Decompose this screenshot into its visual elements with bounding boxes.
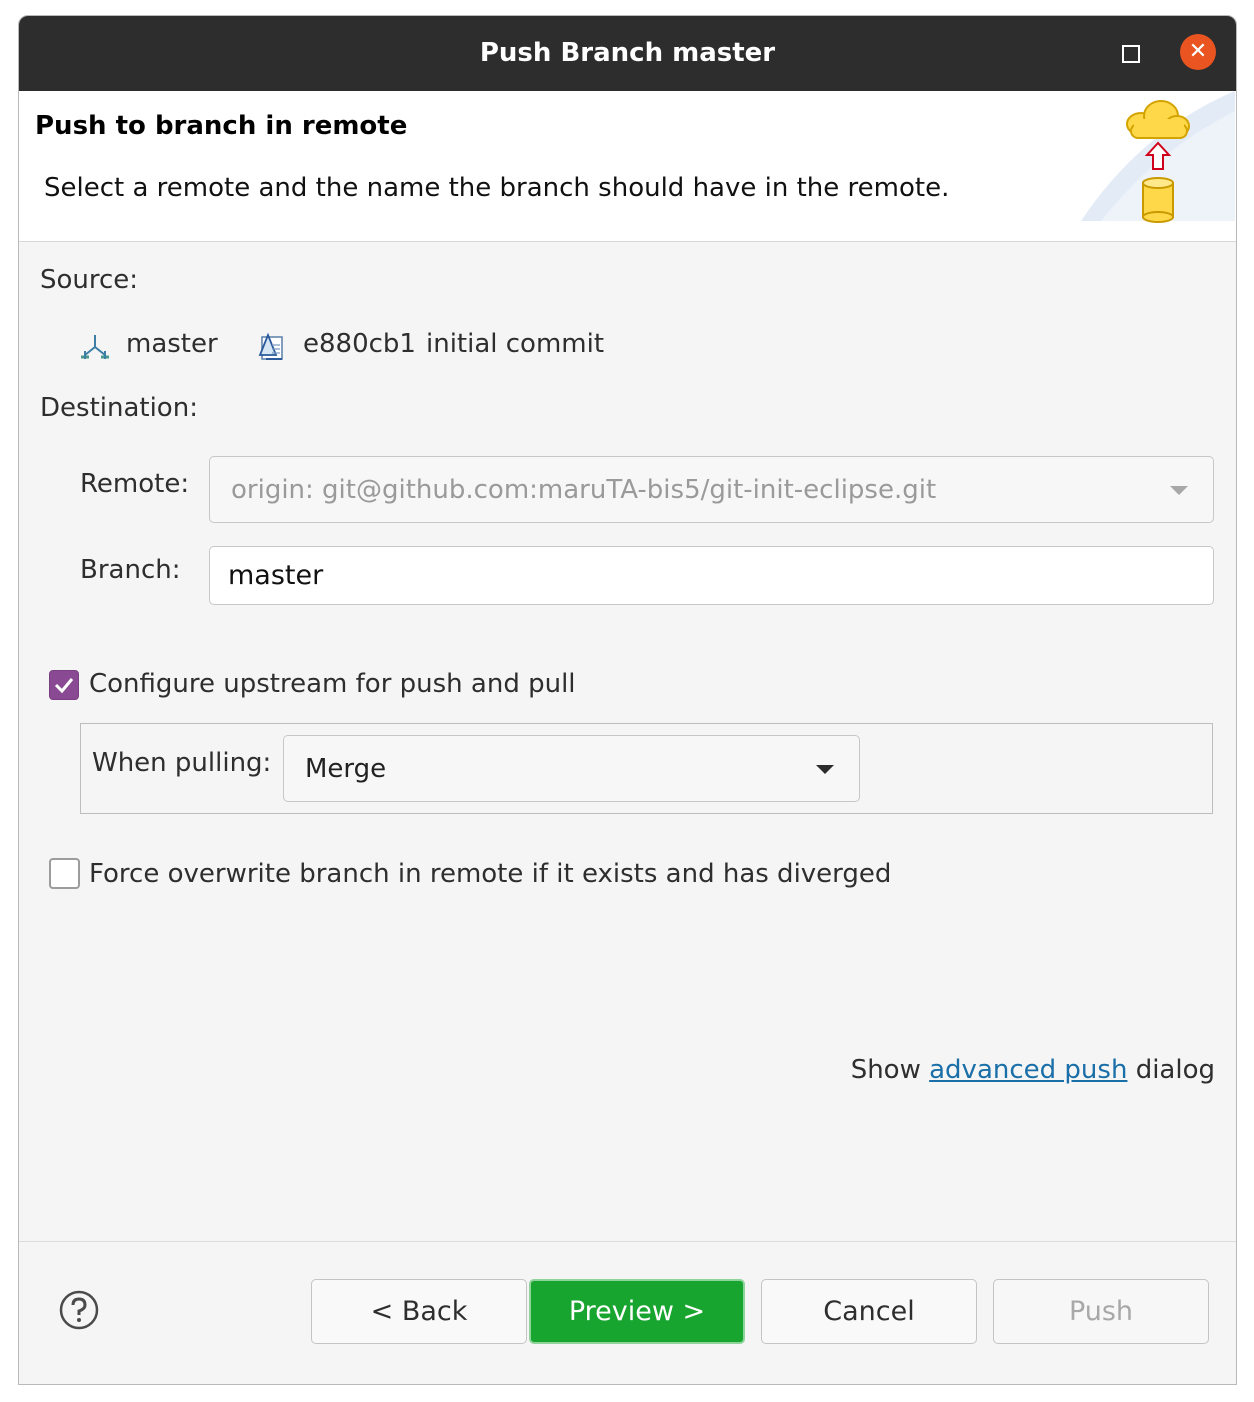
when-pulling-label: When pulling: (92, 748, 272, 778)
advanced-push-text: Show advanced push dialog (851, 1055, 1215, 1085)
preview-button[interactable]: Preview > (529, 1279, 745, 1344)
configure-upstream-label[interactable]: Configure upstream for push and pull (89, 669, 576, 699)
branch-icon (81, 335, 109, 359)
advanced-push-suffix: dialog (1135, 1055, 1215, 1085)
chevron-down-icon (816, 765, 834, 774)
maximize-button[interactable] (1122, 45, 1140, 63)
push-banner-icon (1081, 91, 1235, 223)
branch-label: Branch: (80, 555, 181, 585)
source-branch: master (126, 329, 218, 359)
source-label: Source: (40, 265, 139, 295)
source-commit-id: e880cb1 (303, 329, 416, 359)
when-pulling-dropdown[interactable]: Merge (283, 735, 860, 802)
remote-label: Remote: (80, 469, 190, 499)
commit-icon (258, 332, 283, 360)
back-button[interactable]: < Back (311, 1279, 527, 1344)
window-title: Push Branch master (479, 38, 776, 68)
header-description: Select a remote and the name the branch … (44, 173, 950, 203)
checkmark-icon (54, 678, 74, 694)
cancel-button[interactable]: Cancel (761, 1279, 977, 1344)
when-pulling-value: Merge (305, 753, 387, 784)
destination-label: Destination: (40, 393, 198, 423)
upstream-group: When pulling: Merge (80, 723, 1213, 814)
force-overwrite-label[interactable]: Force overwrite branch in remote if it e… (89, 859, 891, 889)
branch-name-input[interactable]: master (209, 546, 1214, 605)
wizard-header: Push to branch in remote Select a remote… (19, 91, 1236, 242)
chevron-down-icon (1170, 486, 1188, 495)
branch-name-value: master (228, 560, 324, 591)
footer-separator (19, 1241, 1236, 1242)
remote-dropdown[interactable]: origin: git@github.com:maruTA-bis5/git-i… (209, 456, 1214, 523)
source-commit-message: initial commit (426, 329, 605, 359)
push-branch-dialog: Push Branch master ✕ Push to branch in r… (18, 15, 1237, 1385)
configure-upstream-checkbox[interactable] (49, 670, 79, 700)
help-icon[interactable] (58, 1289, 100, 1331)
advanced-push-prefix: Show (850, 1055, 921, 1085)
remote-dropdown-value: origin: git@github.com:maruTA-bis5/git-i… (231, 474, 937, 505)
advanced-push-link[interactable]: advanced push (929, 1055, 1127, 1085)
title-bar[interactable]: Push Branch master ✕ (19, 16, 1236, 91)
close-button[interactable]: ✕ (1180, 34, 1216, 70)
push-button[interactable]: Push (993, 1279, 1209, 1344)
force-overwrite-checkbox[interactable] (49, 858, 80, 889)
header-title: Push to branch in remote (35, 111, 408, 141)
